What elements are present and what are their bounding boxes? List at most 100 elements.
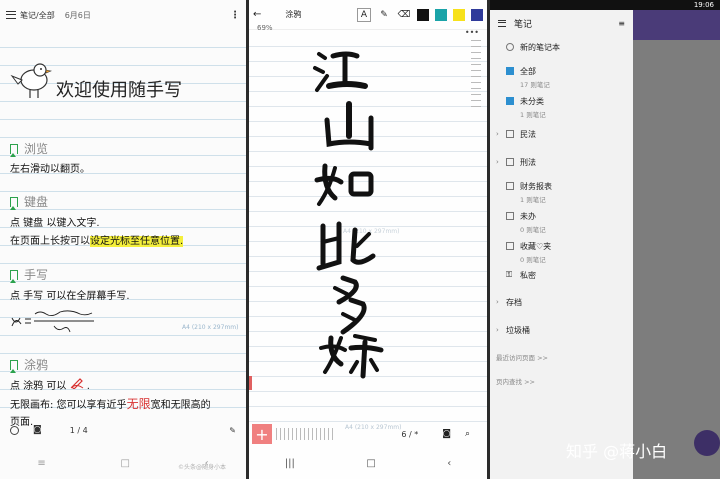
bird-logo-icon <box>8 58 52 102</box>
scroll-marks[interactable] <box>471 40 481 112</box>
add-page-button[interactable]: + <box>252 424 272 444</box>
page-scrubber[interactable] <box>276 428 336 440</box>
bookmark-icon <box>10 197 18 207</box>
add-circle-icon <box>506 43 514 51</box>
back-icon[interactable]: ← <box>253 9 261 20</box>
notebook-icon <box>506 97 514 105</box>
zhihu-watermark: 知乎 @蒋小白 <box>566 438 667 462</box>
char-ci <box>319 224 373 268</box>
text-tool-button[interactable]: A <box>357 8 371 22</box>
section-handwrite-title: 手写 <box>10 266 48 283</box>
section-keyboard-line-2: 在页面上长按可以设定光标至任意位置. <box>10 232 183 247</box>
page-marker <box>249 376 252 390</box>
welcome-banner: 欢迎使用随手写 <box>8 58 182 102</box>
note-date: 6月6日 <box>65 10 91 21</box>
drawer-header: 笔记 ≡ <box>490 10 633 36</box>
section-doodle-title: 涂鸦 <box>10 356 48 373</box>
more-icon[interactable]: ⋮ <box>230 10 240 21</box>
folder-stack-icon <box>506 130 514 138</box>
nav-menu-icon[interactable]: ||| <box>285 458 295 469</box>
chevron-right-icon[interactable]: › <box>496 158 499 166</box>
camera-icon[interactable]: ◙ <box>442 429 451 439</box>
page-indicator: 6 / * <box>401 430 418 439</box>
color-swatch-teal[interactable] <box>435 9 447 21</box>
red-text: 无限 <box>127 397 151 411</box>
doodle-pen-icon <box>70 377 84 389</box>
lock-icon: ⚿ <box>506 271 514 279</box>
drawer-item-favorites[interactable]: 收藏♡夹0 则笔记 <box>506 241 551 264</box>
screenshot-collage: 笔记/全部 6月6日 ⋮ 欢迎使用随手写 浏览 左右滑动以翻页。 键盘 点 <box>0 0 720 479</box>
dimmed-background[interactable] <box>633 10 720 479</box>
watermark-small: ©头条@随身小本 <box>178 462 226 471</box>
section-doodle-line-1: 点 涂鸦 可以 . <box>10 377 90 392</box>
recent-pages-link[interactable]: 最近访问页面 >> <box>496 352 548 362</box>
camera-icon[interactable]: ◙ <box>33 425 42 435</box>
bookmark-icon <box>10 144 18 154</box>
color-swatch-black[interactable] <box>417 9 429 21</box>
drawer-item-uncategorized[interactable]: 未分类1 则笔记 <box>506 96 546 119</box>
notebook-icon <box>506 242 514 250</box>
page-indicator: 1 / 4 <box>70 426 88 435</box>
nav-home-icon[interactable]: □ <box>366 458 375 469</box>
breadcrumb[interactable]: 笔记/全部 <box>20 10 55 21</box>
avatar <box>694 430 720 456</box>
drawer-item-all[interactable]: 全部17 则笔记 <box>506 66 550 89</box>
doodle-title: 涂鸦 <box>285 9 301 20</box>
note-bottom-bar: ◙ 1 / 4 ✎ <box>0 420 246 440</box>
status-bar-time: 19:06 <box>490 0 720 10</box>
drawer-item-trash[interactable]: 垃圾桶 <box>506 325 530 336</box>
section-keyboard-line-1: 点 键盘 以键入文字. <box>10 214 100 229</box>
new-notebook-button[interactable]: 新的笔记本 <box>506 42 560 53</box>
bookmark-icon <box>10 360 18 370</box>
circle-icon[interactable] <box>10 426 19 435</box>
folder-stack-icon <box>506 158 514 166</box>
notebook-icon <box>506 212 514 220</box>
chevron-right-icon[interactable]: › <box>496 298 499 306</box>
char-jiao <box>321 336 381 376</box>
chevron-right-icon[interactable]: › <box>496 130 499 138</box>
page-search-link[interactable]: 页内查找 >> <box>496 376 535 386</box>
drawer-item-todo[interactable]: 未办0 则笔记 <box>506 211 546 234</box>
section-keyboard-title: 键盘 <box>10 193 48 210</box>
highlighted-text: 设定光标至任意位置. <box>90 236 183 247</box>
doodle-bottom-bar: + 6 / * ◙ ⌕ <box>249 422 487 446</box>
section-browse-line: 左右滑动以翻页。 <box>10 160 90 175</box>
doodle-page-panel: ← 涂鸦 A ✎ ⌫ 69% ••• A4 (210 x 297mm) <box>249 0 487 479</box>
zoom-level: 69% <box>257 24 273 32</box>
welcome-title: 欢迎使用随手写 <box>56 76 182 102</box>
edit-pen-icon[interactable]: ✎ <box>229 426 236 435</box>
section-doodle-line-2: 无限画布: 您可以享有近乎无限宽和无限高的 <box>10 395 211 412</box>
menu-icon[interactable] <box>6 11 16 19</box>
char-jiang <box>315 54 365 90</box>
sort-icon[interactable]: ≡ <box>618 19 625 28</box>
chevron-right-icon[interactable]: › <box>496 326 499 334</box>
drawer-item-archive[interactable]: 存档 <box>506 297 522 308</box>
dimmed-app-bar <box>633 10 720 40</box>
section-browse-title: 浏览 <box>10 140 48 157</box>
pen-tool-icon[interactable]: ✎ <box>377 8 391 22</box>
drawer-item-private[interactable]: ⚿ 私密 <box>506 270 536 281</box>
handwriting-canvas[interactable] <box>299 40 439 380</box>
drawer-item-criminal-law[interactable]: 刑法 <box>506 157 536 168</box>
a4-size-label: A4 (210 x 297mm) <box>182 324 238 331</box>
drawer-title: 笔记 <box>514 17 532 30</box>
notebook-icon <box>506 67 514 75</box>
doodle-toolbar: ← 涂鸦 A ✎ ⌫ <box>249 0 487 30</box>
color-swatch-navy[interactable] <box>471 9 483 21</box>
tool-group: A ✎ ⌫ <box>357 8 483 22</box>
menu-icon[interactable] <box>498 20 506 27</box>
char-ru <box>317 166 371 204</box>
system-nav-bar: ||| □ ‹ <box>249 452 487 474</box>
color-swatch-yellow[interactable] <box>453 9 465 21</box>
nav-menu-icon[interactable]: ≡ <box>37 458 45 469</box>
handwritten-formula-icon <box>10 308 100 336</box>
eraser-tool-icon[interactable]: ⌫ <box>397 8 411 22</box>
drawer-item-financial[interactable]: 财务报表1 则笔记 <box>506 181 552 204</box>
search-icon[interactable]: ⌕ <box>465 429 470 439</box>
drawer-item-civil-law[interactable]: 民法 <box>506 129 536 140</box>
more-icon[interactable]: ••• <box>465 28 479 37</box>
char-shan <box>327 104 371 148</box>
nav-back-icon[interactable]: ‹ <box>447 458 451 469</box>
nav-home-icon[interactable]: □ <box>120 458 129 469</box>
char-duo <box>335 278 364 332</box>
